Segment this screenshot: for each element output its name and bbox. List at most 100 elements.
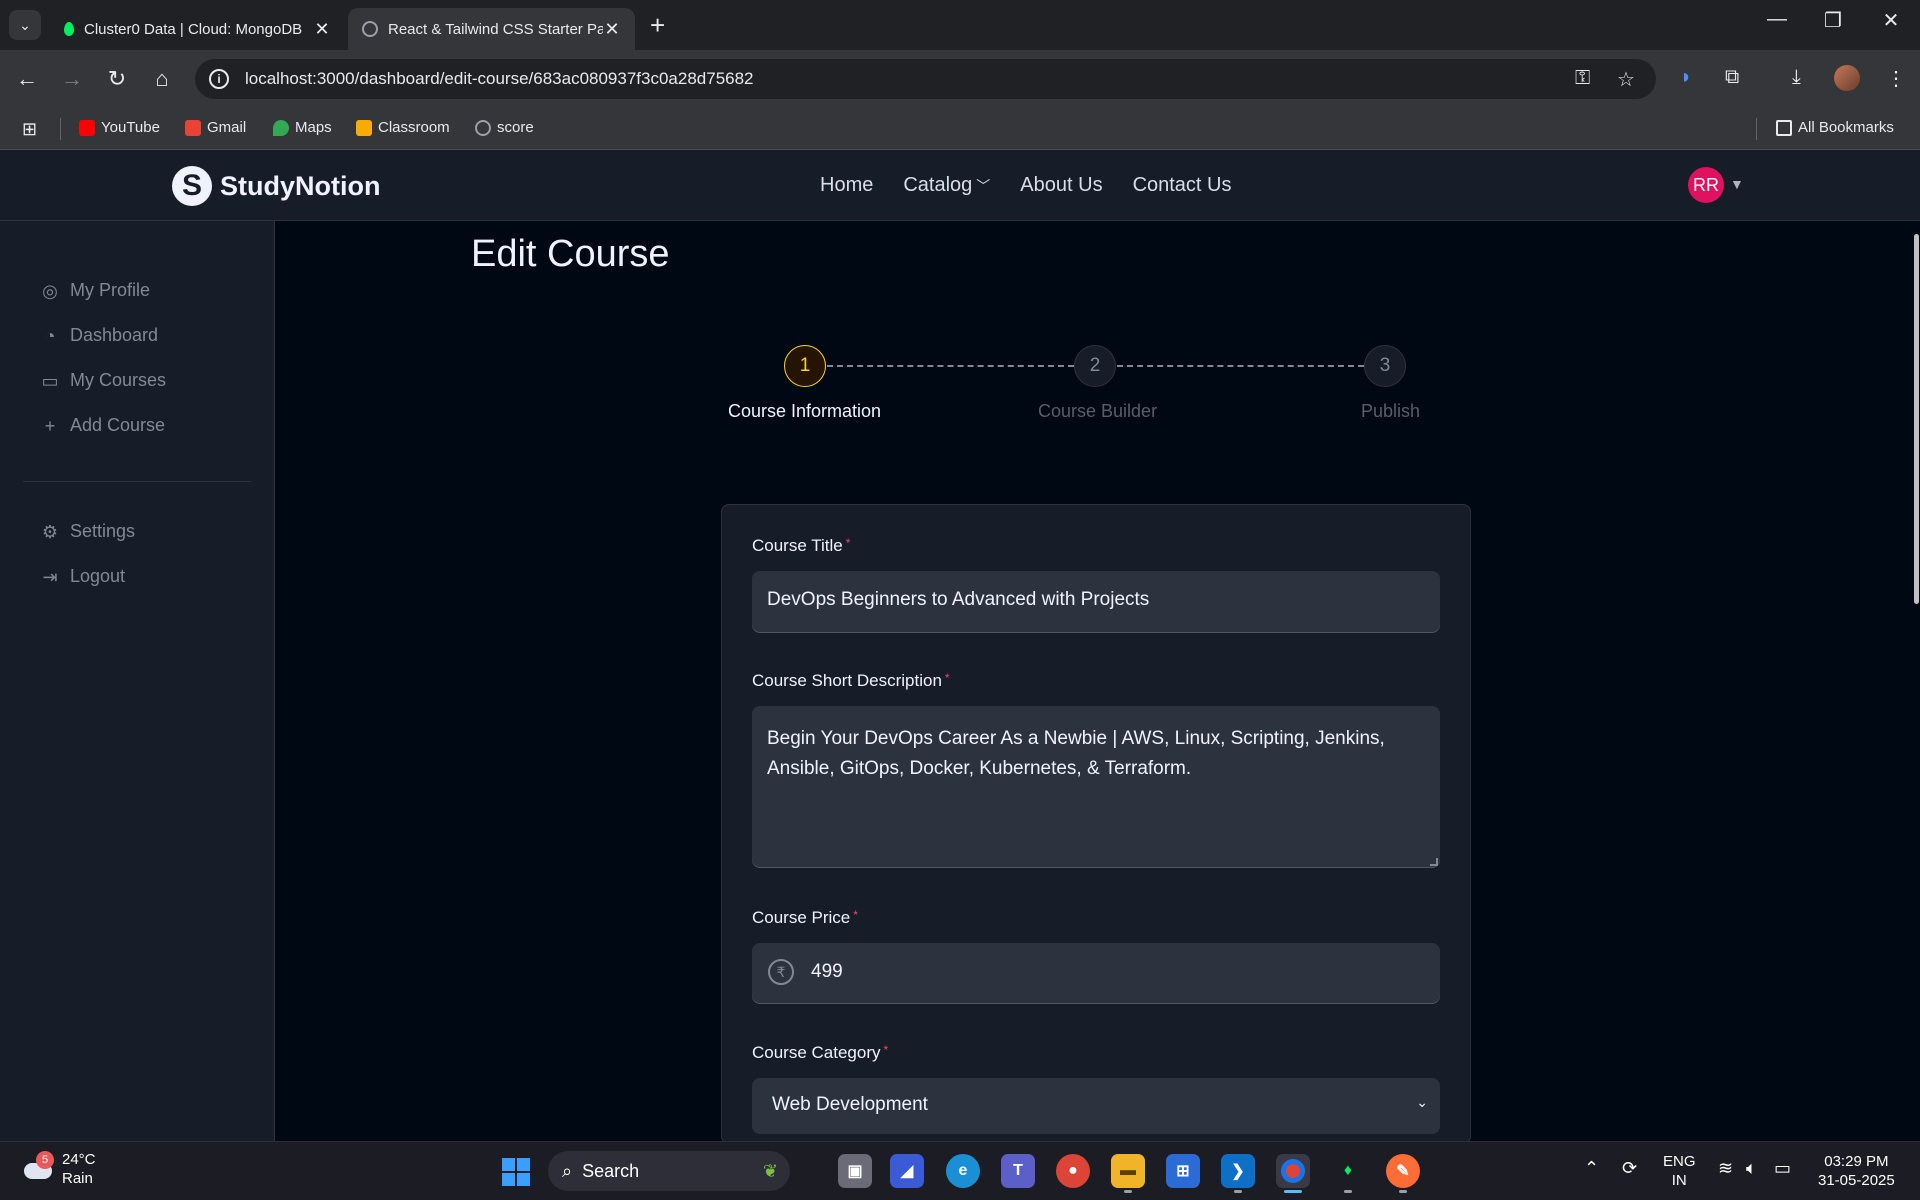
nav-home[interactable]: Home bbox=[820, 174, 873, 197]
sidebar-item-settings[interactable]: ⚙ Settings bbox=[40, 521, 135, 542]
forward-icon[interactable]: → bbox=[57, 64, 87, 94]
edge-icon[interactable]: e bbox=[946, 1154, 980, 1188]
gauge-icon: ◔ bbox=[44, 325, 56, 346]
sidebar-item-my-profile[interactable]: ◎ My Profile bbox=[40, 280, 150, 301]
close-window-button[interactable]: ✕ bbox=[1871, 8, 1911, 33]
bookmark-classroom[interactable]: Classroom bbox=[356, 119, 450, 136]
step-2-label: Course Builder bbox=[1038, 401, 1158, 421]
chrome-icon[interactable]: ● bbox=[1056, 1154, 1090, 1188]
chevron-down-icon: ﹀ bbox=[976, 178, 991, 194]
bookmark-label: Classroom bbox=[378, 119, 450, 136]
chrome-active-icon[interactable] bbox=[1276, 1154, 1310, 1188]
page-scrollbar[interactable] bbox=[1914, 234, 1919, 604]
apps-grid-icon[interactable]: ⊞ bbox=[22, 119, 37, 140]
postman-icon[interactable]: ✎ bbox=[1386, 1154, 1420, 1188]
lang-top: ENG bbox=[1663, 1153, 1696, 1170]
battery-icon[interactable]: ▭ bbox=[1774, 1158, 1791, 1179]
sidebar-item-dashboard[interactable]: ◔ Dashboard bbox=[40, 325, 159, 346]
chevron-up-icon[interactable]: ⌃ bbox=[1584, 1158, 1599, 1179]
tab-search-dropdown[interactable]: ⌄ bbox=[9, 10, 41, 40]
teams-icon[interactable]: T bbox=[1001, 1154, 1035, 1188]
windows-logo-pane bbox=[502, 1173, 515, 1186]
mongodb-leaf-icon bbox=[64, 22, 74, 36]
rain-cloud-icon: 5 bbox=[22, 1151, 54, 1183]
bookmark-star-icon[interactable]: ☆ bbox=[1617, 67, 1635, 92]
required-mark: * bbox=[845, 536, 851, 550]
start-button[interactable] bbox=[502, 1158, 530, 1186]
bookmark-maps[interactable]: Maps bbox=[273, 119, 332, 136]
browser-profile-avatar[interactable] bbox=[1834, 65, 1860, 91]
wifi-icon[interactable]: ≋ bbox=[1718, 1158, 1733, 1179]
sidebar-item-add-course[interactable]: + Add Course bbox=[40, 415, 165, 436]
site-info-icon[interactable]: i bbox=[209, 69, 229, 89]
sidebar-item-logout[interactable]: ⇥ Logout bbox=[40, 566, 125, 587]
nav-about-us[interactable]: About Us bbox=[1020, 174, 1102, 197]
user-avatar[interactable]: RR bbox=[1688, 167, 1724, 203]
plus-icon: + bbox=[650, 10, 666, 40]
mongodb-compass-icon[interactable]: ♦ bbox=[1331, 1154, 1365, 1188]
nav-contact-us[interactable]: Contact Us bbox=[1133, 174, 1232, 197]
extension-icon[interactable]: ◗ bbox=[1680, 66, 1692, 89]
weather-widget[interactable]: 5 24°C Rain bbox=[22, 1150, 96, 1188]
minimize-button[interactable]: — bbox=[1757, 8, 1797, 31]
taskbar-search[interactable]: ⌕ Search ❦ bbox=[548, 1151, 790, 1191]
all-bookmarks-button[interactable]: All Bookmarks bbox=[1776, 119, 1894, 136]
step-3-label: Publish bbox=[1361, 401, 1421, 421]
resize-handle[interactable] bbox=[1430, 858, 1438, 866]
download-icon[interactable]: ⤓ bbox=[1792, 66, 1801, 89]
new-tab-button[interactable]: + bbox=[650, 10, 665, 40]
extensions-puzzle-icon[interactable]: ⧉ bbox=[1725, 66, 1739, 89]
restore-button[interactable]: ❐ bbox=[1813, 8, 1853, 33]
tab-mongodb[interactable]: Cluster0 Data | Cloud: MongoDB ✕ bbox=[50, 8, 345, 50]
caret-down-icon[interactable]: ▼ bbox=[1730, 176, 1744, 192]
label-text: Course Title bbox=[752, 536, 843, 555]
sidebar-item-my-courses[interactable]: ▭ My Courses bbox=[40, 370, 166, 391]
required-mark: * bbox=[883, 1043, 889, 1057]
running-indicator bbox=[1344, 1190, 1352, 1193]
course-title-input[interactable]: DevOps Beginners to Advanced with Projec… bbox=[752, 571, 1440, 633]
more-menu-icon[interactable]: ⋮ bbox=[1886, 66, 1906, 91]
close-icon[interactable]: ✕ bbox=[313, 19, 331, 40]
nav-catalog[interactable]: Catalog ﹀ bbox=[903, 174, 990, 197]
bookmark-youtube[interactable]: YouTube bbox=[79, 119, 160, 136]
brand-logo[interactable]: S StudyNotion bbox=[172, 166, 380, 206]
sync-icon[interactable]: ⟳ bbox=[1622, 1158, 1637, 1179]
task-view-icon[interactable]: ▣ bbox=[838, 1154, 872, 1188]
tab-react-tailwind[interactable]: React & Tailwind CSS Starter Pack ✕ bbox=[348, 8, 635, 50]
store-icon[interactable]: ⊞ bbox=[1166, 1154, 1200, 1188]
windows-logo-pane bbox=[502, 1158, 515, 1171]
course-category-label: Course Category * bbox=[752, 1043, 888, 1063]
file-explorer-icon[interactable]: ▬ bbox=[1111, 1154, 1145, 1188]
vscode-icon[interactable]: ❯ bbox=[1221, 1154, 1255, 1188]
bookmark-label: score bbox=[497, 119, 534, 136]
step-connector bbox=[1117, 365, 1364, 367]
rupee-icon: ₹ bbox=[768, 959, 794, 985]
bookmark-label: YouTube bbox=[101, 119, 160, 136]
plus-icon: + bbox=[44, 415, 56, 436]
app-icon[interactable]: ◢ bbox=[890, 1154, 924, 1188]
home-icon[interactable]: ⌂ bbox=[147, 64, 177, 94]
tab-title: React & Tailwind CSS Starter Pack bbox=[388, 20, 603, 38]
bookmark-score[interactable]: score bbox=[475, 119, 534, 136]
clock[interactable]: 03:29 PM 31-05-2025 bbox=[1818, 1152, 1895, 1190]
password-key-icon[interactable]: ⚿ bbox=[1575, 67, 1590, 90]
step-connector bbox=[827, 365, 1074, 367]
bookmark-gmail[interactable]: Gmail bbox=[185, 119, 246, 136]
app-navbar: S StudyNotion Home Catalog ﹀ About Us Con… bbox=[0, 150, 1920, 221]
course-category-select[interactable]: Web Development ⌄ bbox=[752, 1078, 1440, 1134]
course-price-label: Course Price * bbox=[752, 908, 858, 928]
search-label: Search bbox=[582, 1160, 640, 1181]
address-bar[interactable]: i localhost:3000/dashboard/edit-course/6… bbox=[195, 59, 1656, 99]
course-price-input[interactable]: ₹ 499 bbox=[752, 943, 1440, 1004]
search-icon: ⌕ bbox=[562, 1160, 573, 1181]
back-icon[interactable]: ← bbox=[12, 64, 42, 94]
logout-icon: ⇥ bbox=[42, 566, 58, 587]
course-short-description-textarea[interactable]: Begin Your DevOps Career As a Newbie | A… bbox=[752, 706, 1440, 868]
gear-icon: ⚙ bbox=[41, 521, 59, 542]
close-icon[interactable]: ✕ bbox=[603, 19, 621, 40]
reload-icon[interactable]: ↻ bbox=[102, 64, 132, 94]
course-info-form: Course Title * DevOps Beginners to Advanc… bbox=[721, 504, 1471, 1144]
volume-icon[interactable]: 🔈︎ bbox=[1746, 1158, 1757, 1179]
language-indicator[interactable]: ENG IN bbox=[1663, 1152, 1696, 1190]
windows-logo-pane bbox=[517, 1158, 530, 1171]
